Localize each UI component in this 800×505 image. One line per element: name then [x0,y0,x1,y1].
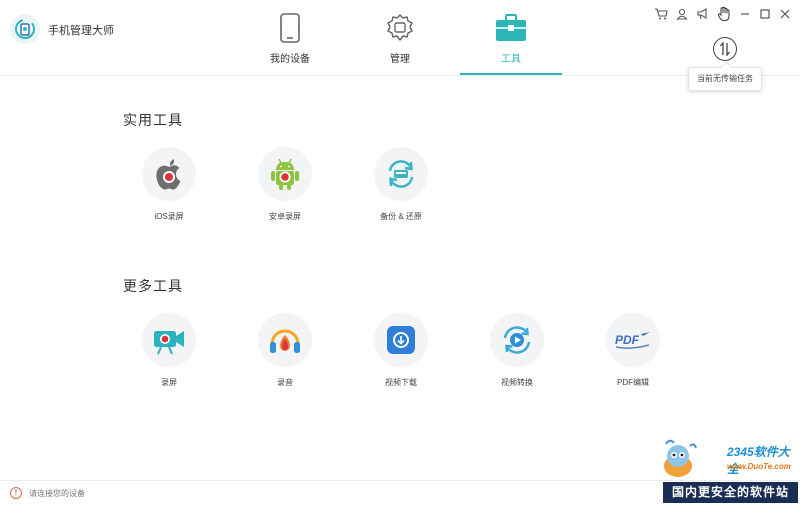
tool-ios-record-label: iOS录屏 [154,212,184,221]
tool-backup-restore[interactable]: 备份 & 还原 [356,147,446,227]
tool-video-convert-label: 视频转换 [501,378,533,387]
tool-video-download-label: 视频下载 [385,378,417,387]
hand-icon[interactable] [716,6,732,22]
toolbox-icon [495,12,527,44]
screen-record-icon [142,313,196,367]
tool-ios-record[interactable]: iOS录屏 [124,147,214,227]
audio-record-icon [258,313,312,367]
phone-icon [274,12,306,44]
apple-record-icon [142,147,196,201]
tab-tools[interactable]: 工具 [461,0,561,76]
video-download-icon [374,313,428,367]
tool-backup-restore-label: 备份 & 还原 [380,212,422,221]
app-title: 手机管理大师 [48,25,114,37]
tool-audio-record[interactable]: 录音 [240,313,330,393]
tool-android-record-label: 安卓录屏 [269,212,301,221]
tab-manage[interactable]: 管理 [350,0,450,76]
tab-tools-label: 工具 [501,54,521,65]
tool-video-convert[interactable]: 视频转换 [472,313,562,393]
watermark-url: www.DuoTe.com [727,462,791,471]
info-icon: ! [10,487,22,499]
tool-screen-record[interactable]: 录屏 [124,313,214,393]
tab-my-device[interactable]: 我的设备 [240,0,340,76]
user-icon[interactable] [674,6,690,22]
tool-video-download[interactable]: 视频下载 [356,313,446,393]
tab-manage-label: 管理 [390,54,410,65]
tool-screen-record-label: 录屏 [161,378,177,387]
transfer-button[interactable] [713,37,737,61]
mascot-icon [664,439,697,477]
android-record-icon [258,147,312,201]
tool-android-record[interactable]: 安卓录屏 [240,147,330,227]
section-title-more: 更多工具 [123,278,183,294]
title-bar: 手机管理大师 我的设备 管理 工具 [0,0,800,76]
watermark-banner: 国内更安全的软件站 [663,482,798,503]
transfer-arrows-icon [720,42,730,56]
transfer-tooltip: 当前无传输任务 [688,67,762,91]
app-logo-icon [10,14,40,44]
svg-text:PDF: PDF [615,333,640,347]
tool-audio-record-label: 录音 [277,378,293,387]
section-title-practical: 实用工具 [123,112,183,128]
gear-icon [384,12,416,44]
watermark-brand: 2345软件大全 [727,445,790,476]
minimize-icon[interactable] [737,6,753,22]
active-tab-indicator [460,73,562,75]
cart-icon[interactable] [653,6,669,22]
video-convert-icon [490,313,544,367]
megaphone-icon[interactable] [695,6,711,22]
tool-pdf-edit-label: PDF编辑 [617,378,649,387]
status-text: 请连接您的设备 [29,489,85,498]
tab-my-device-label: 我的设备 [270,54,310,65]
maximize-icon[interactable] [757,6,773,22]
backup-restore-icon [374,147,428,201]
pdf-edit-icon: PDF [606,313,660,367]
tool-pdf-edit[interactable]: PDF PDF编辑 [588,313,678,393]
close-icon[interactable] [777,6,793,22]
